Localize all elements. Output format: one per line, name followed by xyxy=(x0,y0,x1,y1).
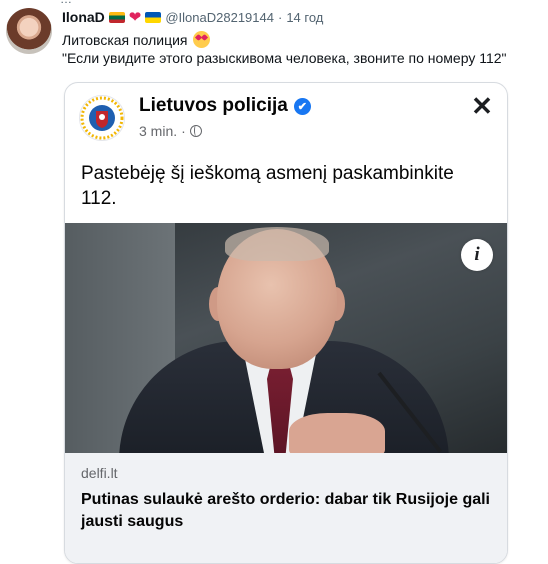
tweet-header: IlonaD ❤ @IlonaD28219144 · 14 год xyxy=(62,8,323,26)
link-preview[interactable]: delfi.lt Putinas sulaukė arešto orderio:… xyxy=(65,453,507,563)
heart-eyes-emoji-icon xyxy=(193,31,211,48)
tweet-time[interactable]: 14 год xyxy=(286,10,323,25)
separator-dot: · xyxy=(277,9,283,25)
image-hair xyxy=(225,227,329,261)
close-icon[interactable]: ✕ xyxy=(469,93,495,119)
image-hands xyxy=(289,413,385,453)
author-handle[interactable]: @IlonaD28219144 xyxy=(165,10,274,25)
heart-icon: ❤ xyxy=(128,8,142,26)
previous-tweet-cutoff: … xyxy=(0,0,548,4)
link-title[interactable]: Putinas sulaukė arešto orderio: dabar ti… xyxy=(81,489,493,533)
lithuania-flag-icon xyxy=(108,11,125,23)
page-name-label[interactable]: Lietuvos policija xyxy=(139,95,288,117)
tweet-text-line2: "Если увидите этого разыскивома человека… xyxy=(62,50,507,66)
author-name[interactable]: IlonaD xyxy=(62,9,105,25)
link-domain: delfi.lt xyxy=(81,465,118,481)
tweet-text-line1: Литовская полиция xyxy=(62,32,188,48)
globe-icon xyxy=(189,125,202,137)
post-separator: · xyxy=(181,123,186,139)
avatar[interactable] xyxy=(6,8,52,54)
embedded-post-card[interactable]: Lietuvos policija ✔ 3 min. · ✕ Pastebėję… xyxy=(64,82,508,564)
post-text: Pastebėję šį ieškomą asmenį paskambinkit… xyxy=(81,163,454,209)
post-image[interactable]: i xyxy=(65,223,507,453)
verified-icon: ✔ xyxy=(293,97,311,115)
post-time[interactable]: 3 min. xyxy=(139,123,177,139)
post-meta: 3 min. · xyxy=(139,123,202,139)
page-name[interactable]: Lietuvos policija ✔ xyxy=(139,95,311,117)
ukraine-flag-icon xyxy=(145,11,162,23)
tweet-text: Литовская полиция "Если увидите этого ра… xyxy=(62,31,542,67)
info-icon[interactable]: i xyxy=(461,239,493,271)
police-logo-icon[interactable] xyxy=(79,95,125,141)
